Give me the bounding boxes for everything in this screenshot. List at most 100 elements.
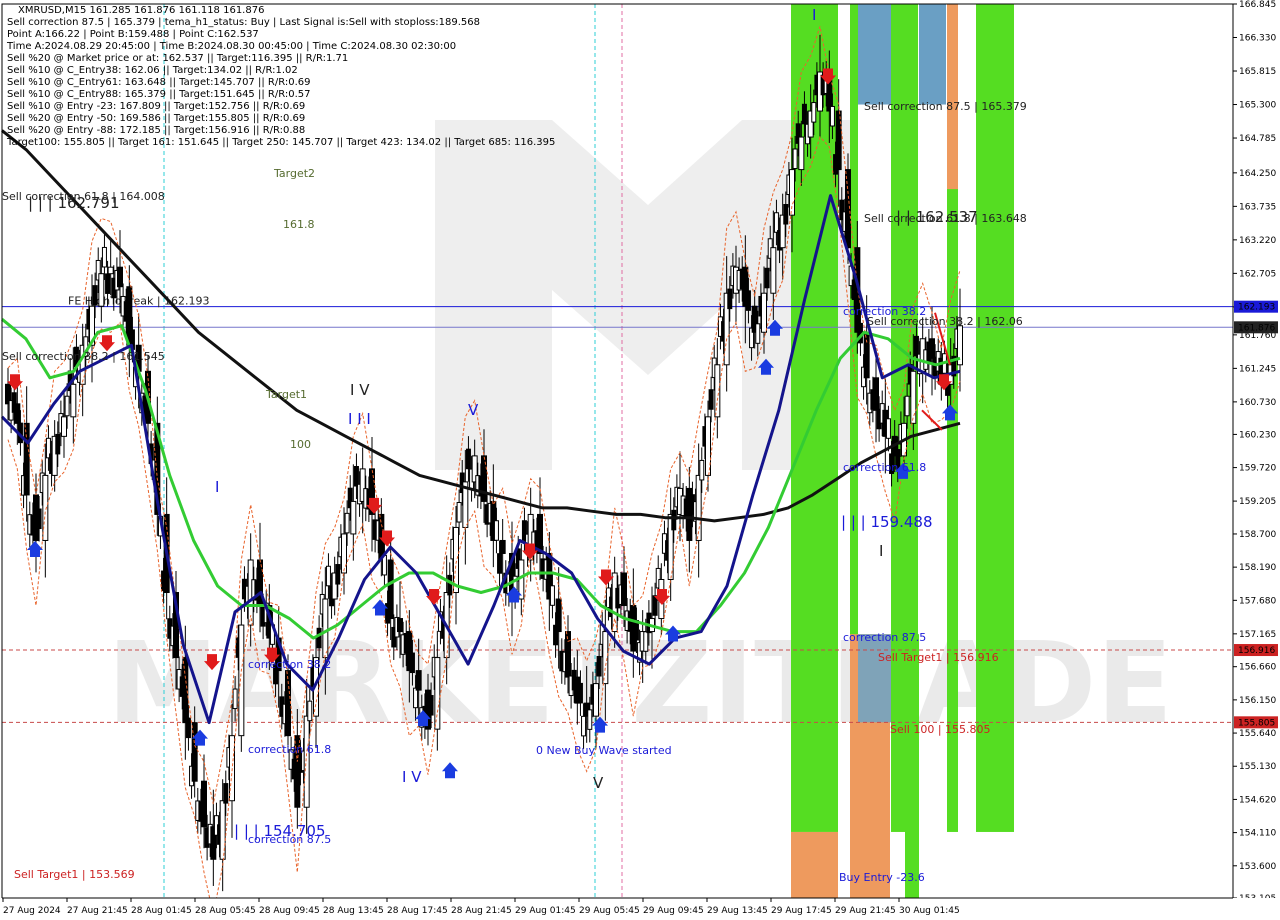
candle-body — [555, 598, 562, 633]
y-tick-label: 161.245 — [1239, 364, 1276, 374]
y-tick-label: 162.705 — [1239, 269, 1276, 279]
candle-body — [727, 288, 733, 310]
candle-body — [764, 267, 770, 289]
y-tick-label: 164.785 — [1239, 134, 1276, 144]
zone-block — [976, 4, 1014, 832]
candle-body — [201, 780, 207, 828]
buy-arrow-icon — [442, 762, 458, 779]
candle-body — [107, 266, 114, 275]
y-tick-label: 158.190 — [1239, 563, 1276, 573]
candle-body — [434, 657, 441, 730]
x-tick-label: 27 Aug 2024 — [3, 906, 61, 916]
candle-body — [413, 687, 419, 709]
candle-body — [64, 395, 70, 417]
candle-body — [745, 290, 751, 311]
y-tick-label: 160.730 — [1239, 398, 1276, 408]
info-line: Sell %10 @ C_Entry61: 163.648 || Target:… — [7, 77, 310, 88]
candle-body — [798, 136, 805, 171]
annotation-label: 100 — [290, 438, 311, 451]
candle-body — [307, 700, 313, 722]
candle-body — [428, 695, 434, 716]
zone-block — [858, 634, 891, 723]
candle-body — [397, 618, 403, 633]
y-tick-label: 154.620 — [1239, 795, 1276, 805]
price-tag-label: 155.805 — [1238, 718, 1275, 728]
annotation-label: Buy Entry -23.6 — [839, 871, 925, 884]
annotation-label: Sell correction 38.2 | 161.545 — [2, 350, 165, 363]
candle-body — [344, 512, 350, 534]
y-tick-label: 154.110 — [1239, 829, 1276, 839]
zone-block — [791, 831, 838, 898]
sell-arrow-icon — [598, 569, 614, 586]
annotation-label: Sell Target1 | 156.916 — [878, 651, 999, 664]
zone-block — [947, 4, 958, 190]
annotation-label: V — [593, 774, 604, 792]
x-tick-label: 28 Aug 01:45 — [131, 906, 192, 916]
info-line: Sell %20 @ Entry -50: 169.586 || Target:… — [7, 113, 305, 124]
candle-body — [341, 533, 347, 574]
candle-body — [497, 553, 503, 574]
y-tick-label: 156.150 — [1239, 696, 1276, 706]
candle-body — [322, 598, 329, 659]
annotation-label: Target2 — [273, 167, 315, 180]
candle-body — [761, 292, 767, 333]
y-tick-label: 165.815 — [1239, 67, 1276, 77]
x-tick-label: 29 Aug 01:45 — [515, 906, 576, 916]
x-tick-label: 29 Aug 09:45 — [643, 906, 704, 916]
info-line: Target100: 155.805 || Target 161: 151.64… — [6, 137, 555, 148]
x-tick-label: 28 Aug 05:45 — [195, 906, 256, 916]
candle-body — [885, 418, 891, 439]
candle-body — [904, 395, 910, 417]
info-line: Sell %10 @ C_Entry88: 165.379 || Target:… — [7, 89, 310, 100]
candle-body — [456, 502, 462, 523]
x-tick-label: 29 Aug 13:45 — [707, 906, 768, 916]
y-tick-label: 164.250 — [1239, 169, 1276, 179]
annotation-label: Sell Target1 | 153.569 — [14, 868, 135, 881]
y-tick-label: 166.845 — [1239, 0, 1276, 10]
candle-body — [335, 564, 341, 585]
candle-body — [98, 273, 105, 307]
candle-body — [801, 103, 807, 125]
candle-body — [770, 247, 777, 294]
candle-body — [493, 520, 499, 541]
y-tick-label: 159.205 — [1239, 497, 1276, 507]
candle-body — [829, 105, 835, 127]
y-tick-label: 163.220 — [1239, 236, 1276, 246]
y-tick-label: 157.680 — [1239, 596, 1276, 606]
x-tick-label: 28 Aug 17:45 — [387, 906, 448, 916]
candle-body — [36, 508, 42, 530]
trend-line — [921, 409, 943, 431]
annotation-label: | | | 154.705 — [234, 822, 326, 840]
annotation-label: 0 New Buy Wave started — [536, 744, 672, 757]
candle-body — [23, 422, 30, 496]
candle-body — [232, 688, 238, 710]
y-tick-label: 166.330 — [1239, 34, 1276, 44]
annotation-label: correction 87.5 — [843, 631, 926, 644]
annotation-label: | | | 159.488 — [841, 513, 933, 531]
annotation-label: I — [879, 542, 883, 560]
candle-body — [549, 585, 555, 606]
candle-body — [409, 652, 415, 674]
price-chart[interactable]: MARKETZITRADE FE HighToBreak | 162.193 T… — [0, 0, 1280, 920]
candle-body — [14, 403, 21, 424]
price-tag-label: 161.876 — [1238, 323, 1275, 333]
candle-body — [223, 783, 229, 804]
x-tick-label: 28 Aug 21:45 — [451, 906, 512, 916]
candle-body — [105, 273, 111, 294]
x-tick-label: 29 Aug 17:45 — [771, 906, 832, 916]
candle-body — [695, 474, 702, 541]
annotation-label: correction 38.2 — [248, 658, 331, 671]
candle-body — [783, 204, 789, 225]
candle-body — [699, 459, 705, 481]
annotation-label: 161.8 — [283, 218, 315, 231]
annotation-label: Sell 100 | 155.805 — [890, 723, 991, 736]
info-line: Sell %20 @ Market price or at: 162.537 |… — [7, 53, 348, 64]
info-line: Time A:2024.08.29 20:45:00 | Time B:2024… — [6, 41, 456, 52]
candle-body — [581, 715, 587, 737]
candle-body — [465, 448, 471, 470]
time-axis-bg — [0, 898, 1280, 920]
info-line: Sell %10 @ C_Entry38: 162.06 || Target:1… — [7, 65, 298, 76]
annotation-label: correction 61.8 — [248, 743, 331, 756]
candle-body — [602, 631, 609, 685]
candle-body — [353, 466, 359, 487]
